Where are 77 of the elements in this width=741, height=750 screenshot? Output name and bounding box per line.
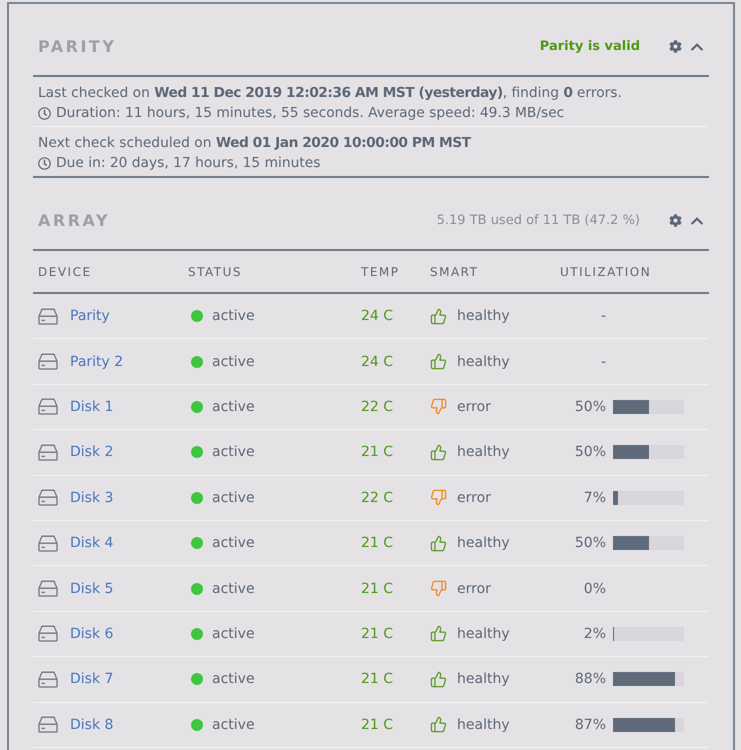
- temperature-text: 22 C: [361, 398, 394, 415]
- device-link[interactable]: Disk 3: [70, 490, 114, 506]
- utilization-text: 50%: [574, 444, 606, 460]
- status-text: active: [212, 716, 255, 733]
- utilization-text: -: [600, 354, 606, 370]
- status-text: active: [212, 671, 255, 688]
- parity-check-text: Next check scheduled on Wed 01 Jan 2020 10:00:00 PM MST: [38, 134, 471, 153]
- smart-status-text: healthy: [457, 671, 510, 688]
- utilization-text: 2%: [582, 626, 606, 642]
- utilization-text: -: [600, 308, 606, 324]
- smart-status-text: error: [457, 580, 491, 597]
- device-link[interactable]: Disk 1: [70, 398, 114, 415]
- temperature-text: 21 C: [361, 671, 394, 688]
- drive-icon: [38, 398, 58, 416]
- utilization-text: 50%: [574, 535, 606, 552]
- temperature-text: 21 C: [361, 444, 394, 460]
- settings-icon[interactable]: [669, 40, 682, 53]
- drive-icon: [38, 489, 58, 506]
- status-text: active: [212, 398, 255, 415]
- status-text: active: [212, 535, 255, 552]
- smart-status-text: healthy: [457, 535, 510, 552]
- usage-summary: 5.19 TB used of 11 TB (47.2 %): [436, 213, 640, 228]
- section-title: ARRAY: [38, 211, 110, 230]
- device-link[interactable]: Disk 6: [70, 626, 114, 642]
- temperature-text: 21 C: [361, 580, 394, 597]
- status-text: active: [212, 308, 255, 324]
- temperature-text: 21 C: [361, 535, 394, 552]
- drive-icon: [38, 444, 58, 461]
- device-link[interactable]: Disk 8: [70, 716, 114, 733]
- device-link[interactable]: Parity 2: [70, 354, 124, 370]
- drive-icon: [38, 625, 58, 642]
- drive-icon: [38, 716, 58, 734]
- temperature-text: 21 C: [361, 626, 394, 642]
- utilization-text: 0%: [582, 580, 606, 597]
- smart-status-text: error: [457, 398, 491, 415]
- clock-icon: [38, 106, 51, 120]
- smart-status-text: healthy: [457, 444, 510, 460]
- drive-icon: [38, 580, 58, 598]
- drive-icon: [38, 308, 58, 325]
- device-link[interactable]: Parity: [70, 308, 110, 324]
- temperature-text: 24 C: [361, 354, 394, 370]
- device-link[interactable]: Disk 4: [70, 535, 114, 552]
- column-header: SMART: [429, 264, 480, 278]
- device-link[interactable]: Disk 5: [70, 580, 114, 597]
- parity-status: Parity is valid: [540, 39, 640, 54]
- check-detail: Due in: 20 days, 17 hours, 15 minutes: [56, 154, 320, 173]
- status-text: active: [212, 626, 255, 642]
- column-header: UTILIZATION: [559, 264, 652, 278]
- status-text: active: [212, 580, 255, 597]
- utilization-text: 87%: [574, 716, 606, 733]
- status-text: active: [212, 444, 255, 460]
- temperature-text: 22 C: [361, 490, 394, 506]
- device-link[interactable]: Disk 2: [70, 444, 114, 460]
- column-header: STATUS: [187, 264, 244, 278]
- utilization-text: 88%: [574, 671, 606, 688]
- column-header: TEMP: [360, 264, 401, 278]
- status-text: active: [212, 490, 255, 506]
- smart-status-text: healthy: [457, 716, 510, 733]
- utilization-text: 7%: [582, 490, 606, 506]
- smart-status-text: healthy: [457, 308, 510, 324]
- smart-status-text: healthy: [457, 626, 510, 642]
- drive-icon: [38, 670, 58, 688]
- device-link[interactable]: Disk 7: [70, 671, 114, 688]
- section-title: PARITY: [38, 37, 116, 56]
- drive-icon: [38, 353, 58, 370]
- clock-icon: [38, 156, 51, 170]
- settings-icon[interactable]: [669, 214, 682, 227]
- check-detail: Duration: 11 hours, 15 minutes, 55 seconds. Average speed: 49.3 MB/sec: [56, 104, 564, 123]
- status-text: active: [212, 354, 255, 370]
- utilization-text: 50%: [574, 398, 606, 415]
- smart-status-text: error: [457, 490, 491, 506]
- parity-check-text: Last checked on Wed 11 Dec 2019 12:02:36 AM MST (yesterday), finding 0 errors.: [38, 84, 622, 103]
- temperature-text: 24 C: [361, 308, 394, 324]
- smart-status-text: healthy: [457, 354, 510, 370]
- drive-icon: [38, 534, 58, 552]
- column-header: DEVICE: [37, 264, 93, 278]
- temperature-text: 21 C: [361, 716, 394, 733]
